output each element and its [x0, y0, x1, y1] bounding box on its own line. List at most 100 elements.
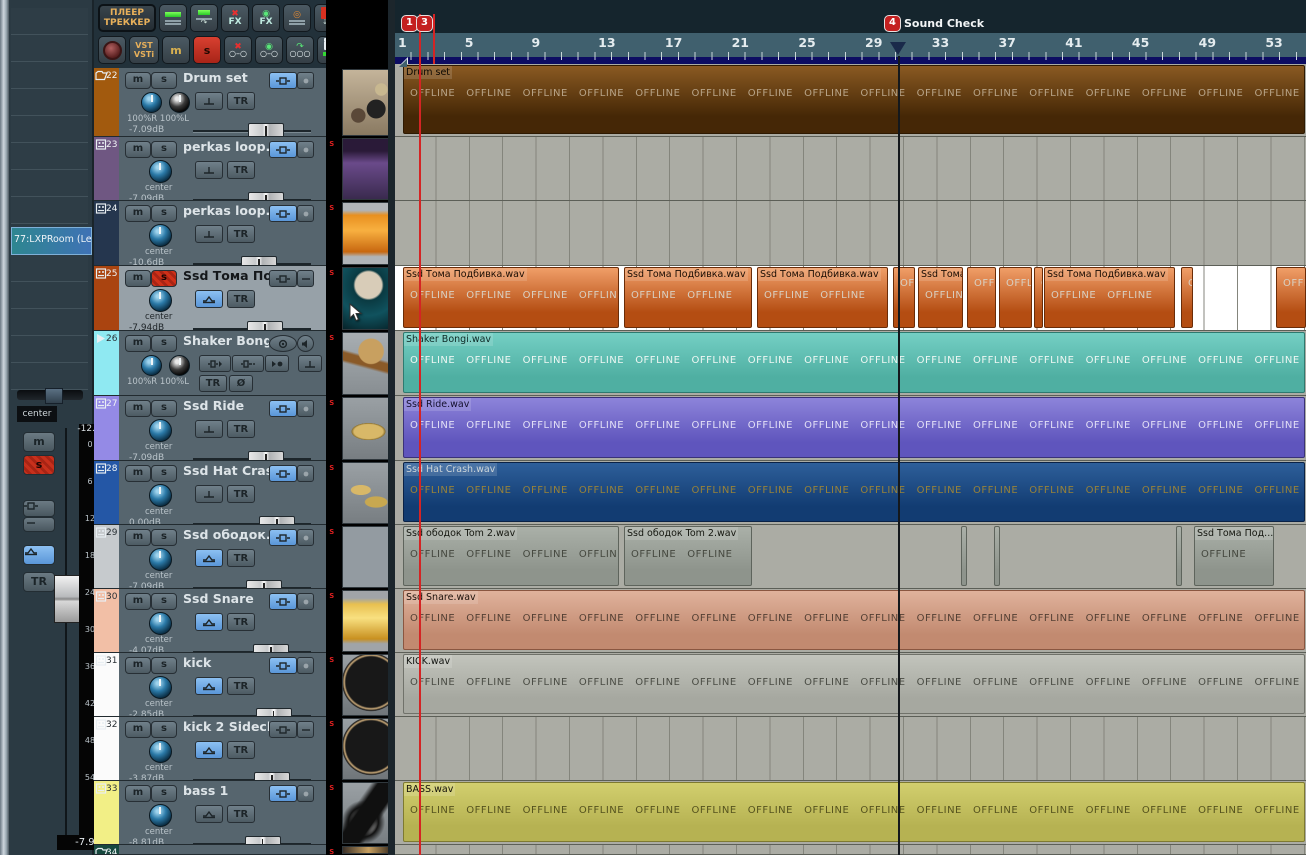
audio-clip[interactable]: Drum set OFFLINE OFFLINE OFFLINE OFFLINE OFFL… [403, 65, 1305, 134]
conn-on-button[interactable] [269, 593, 297, 610]
channel-minus-button[interactable] [23, 517, 55, 532]
track-header-27[interactable]: 27 m s Ssd Ride center TR -7.09dB [94, 396, 326, 461]
track-fader-handle[interactable] [241, 256, 278, 265]
pan-knob[interactable] [149, 740, 172, 763]
track-fader-handle[interactable] [247, 321, 284, 330]
pan-knob[interactable] [149, 289, 172, 312]
panel-divider[interactable] [388, 0, 395, 855]
track-tr-button[interactable]: TR [227, 161, 255, 179]
channel-solo-button[interactable]: s [23, 455, 55, 475]
monitor-on-button[interactable] [195, 613, 223, 631]
track-header-22[interactable]: 22 m s Drum set 100%R 100%L TR -7.09dB [94, 68, 326, 137]
track-mute-button[interactable]: m [125, 465, 151, 482]
monitor-on-button[interactable] [195, 677, 223, 695]
pan-knob[interactable] [149, 484, 172, 507]
track-fader-handle[interactable] [253, 644, 290, 652]
audio-clip[interactable]: BASS.wav OFFLINE OFFLINE OFFLINE OFFLINE OFFL… [403, 782, 1305, 842]
insert-slot[interactable] [11, 309, 88, 336]
audio-clip[interactable]: Ssd Ride.wav OFFLINE OFFLINE OFFLINE OFFLINE… [403, 397, 1305, 458]
insert-slot[interactable] [11, 35, 88, 62]
audio-clip[interactable]: Ssd Тома Подбивка.wav OFFLINE OFFLINE [624, 267, 752, 328]
pan-knob[interactable] [149, 804, 172, 827]
pan-knob[interactable] [149, 160, 172, 183]
audio-clip[interactable]: OFFLINE [1034, 267, 1043, 328]
conn-on-button[interactable] [269, 785, 297, 802]
track-mute-button[interactable]: m [125, 270, 151, 287]
volume-fader-handle[interactable] [54, 575, 81, 623]
pan-knob[interactable] [149, 419, 172, 442]
conn-on-button[interactable] [269, 657, 297, 674]
track-mute-button[interactable]: m [125, 657, 151, 674]
track-header-34[interactable]: 34 [94, 845, 326, 855]
insert-slot[interactable] [11, 197, 88, 224]
insert-slot[interactable] [11, 62, 88, 89]
track-solo-button[interactable]: s [151, 270, 177, 287]
lane-track-24[interactable] [395, 201, 1306, 266]
pan-knob[interactable] [149, 676, 172, 699]
track-fader-handle[interactable] [248, 192, 285, 200]
track-fader-handle[interactable] [248, 123, 285, 136]
track-mute-button[interactable]: m [125, 529, 151, 546]
pan-knob-left[interactable] [169, 92, 190, 113]
track-solo-button[interactable]: s [151, 529, 177, 546]
track-tr-button[interactable]: TR [227, 485, 255, 503]
left-scrollbar[interactable] [0, 0, 9, 855]
track-fader-handle[interactable] [259, 516, 296, 524]
track-fader-handle[interactable] [254, 772, 291, 780]
monitor-on-button[interactable] [195, 741, 223, 759]
track-mute-button[interactable]: m [125, 141, 151, 158]
bottom-button[interactable] [195, 161, 223, 179]
track-solo-button[interactable]: s [151, 400, 177, 417]
audio-clip[interactable]: KICK.wav OFFLINE OFFLINE OFFLINE OFFLINE OFFL… [403, 654, 1305, 714]
track-tr-button[interactable]: TR [199, 375, 227, 392]
track-tr-button[interactable]: TR [227, 805, 255, 823]
track-tr-button[interactable]: TR [227, 225, 255, 243]
track-tr-button[interactable]: TR [227, 677, 255, 695]
track-header-25[interactable]: 25 ms Ssd Тома Под center TR -7.94dB [94, 266, 326, 331]
rec-round-button[interactable] [269, 335, 297, 352]
conn-minus2-button[interactable] [232, 355, 264, 372]
conn-on-button[interactable] [269, 141, 297, 158]
track-solo-button[interactable]: s [151, 141, 177, 158]
conn-on-button[interactable] [269, 465, 297, 482]
bottom-button[interactable] [195, 92, 223, 110]
track-solo-button[interactable]: s [151, 465, 177, 482]
conn-on-button[interactable] [269, 400, 297, 417]
minus-button[interactable] [297, 721, 314, 738]
insert-slot[interactable] [11, 89, 88, 116]
dot-button[interactable] [297, 785, 314, 802]
audio-clip[interactable]: Ssd Snare.wav OFFLINE OFFLINE OFFLINE OFFLIN… [403, 590, 1305, 650]
track-header-28[interactable]: 28 ms Ssd Hat Crash center TR 0.00dB [94, 461, 326, 525]
channel-mute-button[interactable]: m [23, 432, 55, 452]
channel-monitor-button[interactable] [23, 545, 55, 565]
audio-clip[interactable]: Ssd ободок Tom 2.wav OFFLINE OFFLINE OFFLIN… [403, 526, 619, 586]
lane-track-25[interactable]: Ssd Тома Подбивка.wav OFFLINE OFFLINE OFFLI… [395, 266, 1306, 331]
track-header-26[interactable]: 26 m s Shaker Bongi 100%R 100%L TR Ø [94, 331, 326, 396]
audio-clip[interactable]: OFFLINE [1276, 267, 1306, 328]
dot-button[interactable] [297, 657, 314, 674]
marker-badge-3[interactable]: 3 [416, 15, 433, 32]
insert-slot[interactable] [11, 255, 88, 282]
lane-track-32[interactable] [395, 717, 1306, 781]
track-solo-button[interactable]: s [151, 205, 177, 222]
dot-button[interactable] [297, 72, 314, 89]
lane-track-31[interactable]: KICK.wav OFFLINE OFFLINE OFFLINE OFFLINE OFFL… [395, 653, 1306, 717]
track-mute-button[interactable]: m [125, 205, 151, 222]
channel-output-button[interactable] [23, 500, 55, 517]
track-fader-handle[interactable] [255, 708, 292, 716]
insert-slot[interactable] [11, 282, 88, 309]
track-tr-button[interactable]: TR [227, 290, 255, 308]
conn-button[interactable] [269, 270, 297, 287]
dot-button[interactable] [297, 205, 314, 222]
track-header-24[interactable]: 24 ms perkas loop..3 center TR -10.6dB [94, 201, 326, 266]
insert-slot[interactable] [11, 143, 88, 170]
conn-on-button[interactable] [269, 529, 297, 546]
conn-button[interactable] [269, 721, 297, 738]
track-tr-button[interactable]: TR [227, 549, 255, 567]
track-solo-button[interactable]: s [151, 785, 177, 802]
monitor-on-button[interactable] [195, 549, 223, 567]
audio-clip[interactable]: Ssd Тома Под... OFFLINE [1194, 526, 1274, 586]
audio-clip[interactable]: Ssd Тома Подбивка.wav OFFLINE OFFLINE [757, 267, 888, 328]
track-tr-button[interactable]: TR [227, 420, 255, 438]
lane-track-34[interactable] [395, 845, 1306, 855]
